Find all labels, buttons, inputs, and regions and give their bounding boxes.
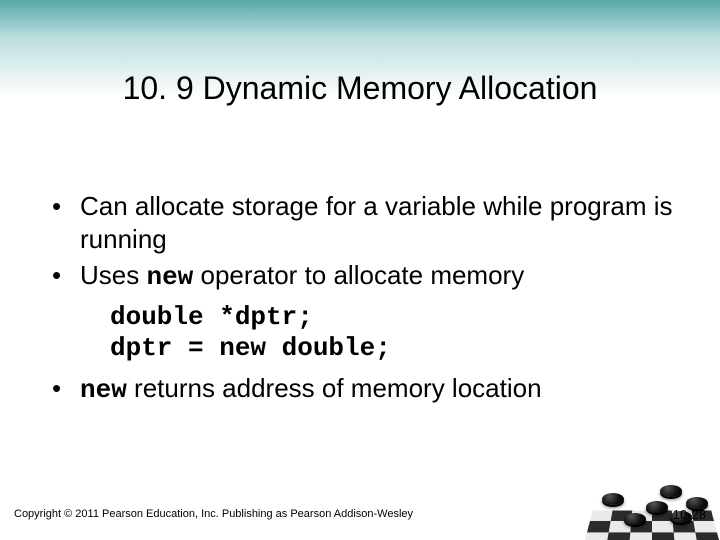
bullet-2-post: operator to allocate memory (193, 260, 524, 290)
bullet-list: Can allocate storage for a variable whil… (52, 190, 680, 294)
checker-piece (646, 501, 668, 513)
copyright-footer: Copyright © 2011 Pearson Education, Inc.… (14, 508, 413, 520)
bullet-list-2: new returns address of memory location (52, 372, 680, 407)
checker-piece (660, 485, 682, 497)
bullet-2-pre: Uses (80, 260, 146, 290)
checker-piece (602, 493, 624, 505)
slide-title: 10. 9 Dynamic Memory Allocation (0, 70, 720, 107)
page-number: 10-28 (673, 507, 706, 522)
bullet-3-post: returns address of memory location (127, 373, 542, 403)
bullet-item-2: Uses new operator to allocate memory (52, 259, 680, 294)
bullet-3-mono: new (80, 375, 127, 405)
slide-content: Can allocate storage for a variable whil… (52, 190, 680, 410)
checkerboard-image (570, 455, 720, 540)
checker-piece (624, 513, 646, 525)
bullet-item-1: Can allocate storage for a variable whil… (52, 190, 680, 255)
code-line-2: dptr = new double; (110, 333, 391, 363)
bullet-1-text: Can allocate storage for a variable whil… (80, 191, 673, 254)
code-block: double *dptr; dptr = new double; (110, 302, 680, 364)
code-line-1: double *dptr; (110, 302, 313, 332)
bullet-2-mono: new (146, 262, 193, 292)
slide: 10. 9 Dynamic Memory Allocation Can allo… (0, 0, 720, 540)
bullet-item-3: new returns address of memory location (52, 372, 680, 407)
